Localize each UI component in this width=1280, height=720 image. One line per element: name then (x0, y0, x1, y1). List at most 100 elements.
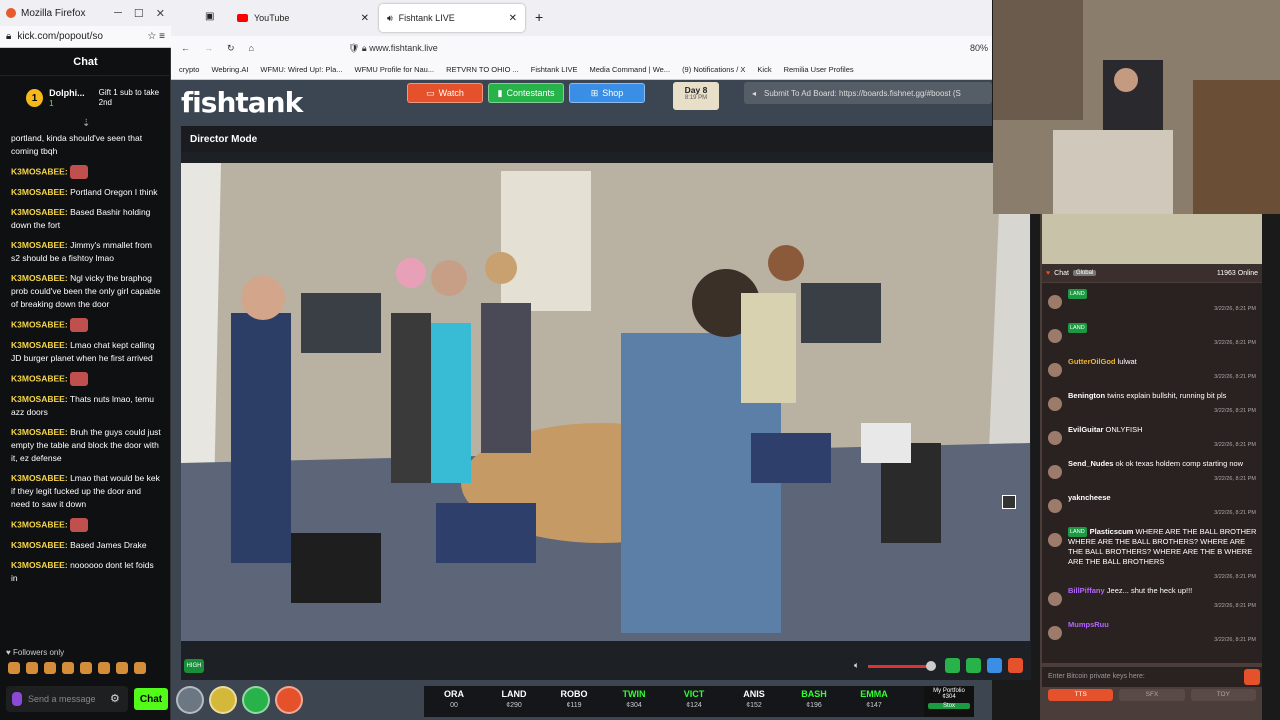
bookmark-item[interactable]: Kick (757, 65, 771, 74)
avatar[interactable] (1048, 592, 1062, 607)
bookmark-item[interactable]: (9) Notifications / X (682, 65, 745, 74)
volume-knob[interactable] (926, 661, 936, 671)
kick-chat-username[interactable]: K3MOSABEE: (11, 540, 68, 550)
site-chat-username[interactable]: GutterOilGod (1068, 357, 1116, 366)
site-chat-username[interactable]: MumpsRuu (1068, 620, 1109, 629)
site-chat-username[interactable]: Send_Nudes (1068, 459, 1113, 468)
kick-chat-username[interactable]: K3MOSABEE: (11, 373, 68, 383)
avatar[interactable] (1048, 295, 1062, 309)
kick-urlbar[interactable]: 🔒︎ kick.com/popout/so ☆ ≡ (0, 26, 171, 48)
coins-round-icon[interactable] (209, 686, 237, 714)
kick-url-text[interactable]: kick.com/popout/so (17, 31, 103, 42)
quality-badge[interactable]: HIGH (184, 659, 204, 673)
ticker-item[interactable]: HEA ¢117 (904, 686, 924, 717)
kick-chat-username[interactable]: K3MOSABEE: (11, 427, 68, 437)
avatar[interactable] (1048, 626, 1062, 641)
bookmark-item[interactable]: Fishtank LIVE (531, 65, 578, 74)
bookmark-item[interactable]: RETVRN TO OHIO ... (446, 65, 519, 74)
kick-chat-username[interactable]: K3MOSABEE: (11, 519, 68, 529)
reload-icon[interactable]: ↻ (227, 43, 235, 54)
avatar[interactable] (1048, 499, 1062, 513)
new-tab-icon[interactable]: + (535, 9, 543, 25)
emote-icon[interactable] (134, 662, 146, 674)
settings-gear-icon[interactable]: ⚙ (110, 692, 120, 705)
emote-icon[interactable] (98, 662, 110, 674)
scroll-down-icon[interactable]: ⇣ (82, 118, 90, 129)
record-icon[interactable] (1008, 658, 1023, 673)
close-tab-icon[interactable]: ✕ (509, 13, 517, 24)
toy-button[interactable]: TOY (1190, 689, 1256, 701)
cast-icon[interactable] (966, 658, 981, 673)
avatar[interactable] (1048, 329, 1062, 343)
stox-round-icon[interactable] (242, 686, 270, 714)
kick-chat-username[interactable]: K3MOSABEE: (11, 166, 68, 176)
ticker-item[interactable]: EMMA ¢147 (844, 686, 904, 717)
close-icon[interactable]: ✕ (156, 7, 165, 20)
emote-icon[interactable] (26, 662, 38, 674)
bookmark-item[interactable]: Media Command | We... (589, 65, 670, 74)
kick-chat-username[interactable]: K3MOSABEE: (11, 319, 68, 329)
kick-chat-username[interactable]: K3MOSABEE: (11, 473, 68, 483)
ticker-item[interactable]: TWIN ¢304 (604, 686, 664, 717)
mic-icon[interactable] (12, 692, 22, 706)
maximize-icon[interactable]: ☐ (134, 7, 144, 20)
screenshot-icon[interactable] (1002, 495, 1016, 509)
kick-gift-banner[interactable]: 1 Dolphi... 1 Gift 1 sub to take 2nd (0, 78, 171, 118)
minimize-icon[interactable]: ─ (114, 7, 122, 20)
global-room-button[interactable]: Global (1072, 270, 1097, 276)
ticker-item[interactable]: VICT ¢124 (664, 686, 724, 717)
close-tab-icon[interactable]: ✕ (361, 13, 369, 24)
bookmark-item[interactable]: WFMU Profile for Nau... (355, 65, 435, 74)
bookmark-item[interactable]: Webring.AI (211, 65, 248, 74)
ticker-item[interactable]: ANIS ¢152 (724, 686, 784, 717)
zoom-level[interactable]: 80% (970, 43, 992, 53)
volume-icon[interactable]: 🔈︎ (854, 660, 859, 671)
kick-chat-username[interactable]: K3MOSABEE: (11, 240, 68, 250)
tts-button[interactable]: TTS (1048, 689, 1114, 701)
sfx-button[interactable]: SFX (1119, 689, 1185, 701)
ticker-item[interactable]: LAND ¢290 (484, 686, 544, 717)
address-bar[interactable]: 🛡︎ 🔒︎ www.fishtank.live (348, 43, 438, 54)
avatar[interactable] (1048, 397, 1062, 411)
site-chat-username[interactable]: yakncheese (1068, 493, 1111, 502)
watch-button[interactable]: ▭ Watch (407, 83, 483, 103)
site-chat-username[interactable]: Plasticscum (1090, 527, 1134, 536)
adboard-text[interactable]: Submit To Ad Board: https://boards.fishn… (764, 89, 961, 98)
kick-chat-username[interactable]: K3MOSABEE: (11, 340, 68, 350)
site-chat-send-icon[interactable] (1244, 669, 1260, 685)
portfolio-widget[interactable]: My Portfolio ¢304 Stox (924, 686, 974, 717)
collapse-icon[interactable]: ◂ (752, 89, 756, 98)
bookmark-item[interactable]: WFMU: Wired Up!: Pla... (260, 65, 342, 74)
site-chat-username[interactable]: EvilGuitar (1068, 425, 1103, 434)
adboard-banner[interactable]: ◂ Submit To Ad Board: https://boards.fis… (744, 82, 992, 104)
emote-icon[interactable] (80, 662, 92, 674)
bookmark-item[interactable]: Remilia User Profiles (784, 65, 854, 74)
items-round-icon[interactable] (275, 686, 303, 714)
tab-fishtank[interactable]: 🔊︎ Fishtank LIVE ✕ (379, 4, 525, 32)
emote-icon[interactable] (8, 662, 20, 674)
forward-icon[interactable]: → (204, 43, 213, 53)
kick-chat-send-button[interactable]: Chat (134, 688, 168, 710)
live-video-feed[interactable] (181, 163, 1030, 641)
emote-icon[interactable] (44, 662, 56, 674)
ticker-item[interactable]: BASH ¢196 (784, 686, 844, 717)
emote-icon[interactable] (116, 662, 128, 674)
fullscreen-icon[interactable] (987, 658, 1002, 673)
kick-input-placeholder[interactable]: Send a message (28, 694, 96, 704)
gift-text[interactable]: Gift 1 sub to take 2nd (99, 88, 171, 108)
avatar[interactable] (1048, 431, 1062, 445)
clip-icon[interactable] (945, 658, 960, 673)
tab-youtube[interactable]: YouTube ✕ (229, 4, 377, 32)
shop-button[interactable]: ⊞ Shop (569, 83, 645, 103)
kick-chat-username[interactable]: K3MOSABEE: (11, 273, 68, 283)
back-icon[interactable]: ← (181, 43, 190, 53)
bookmark-star-icon[interactable]: ☆ ≡ (147, 31, 171, 42)
bookmark-item[interactable]: crypto (179, 65, 199, 74)
ticker-item[interactable]: ROBO ¢119 (544, 686, 604, 717)
contestants-button[interactable]: ▮ Contestants (488, 83, 564, 103)
stox-button[interactable]: Stox (928, 703, 970, 709)
site-chat-username[interactable]: BillPiffany (1068, 586, 1105, 595)
volume-slider[interactable] (868, 665, 930, 668)
home-icon[interactable]: ⌂ (249, 43, 254, 53)
fishtank-logo[interactable]: fishtank (181, 86, 303, 119)
